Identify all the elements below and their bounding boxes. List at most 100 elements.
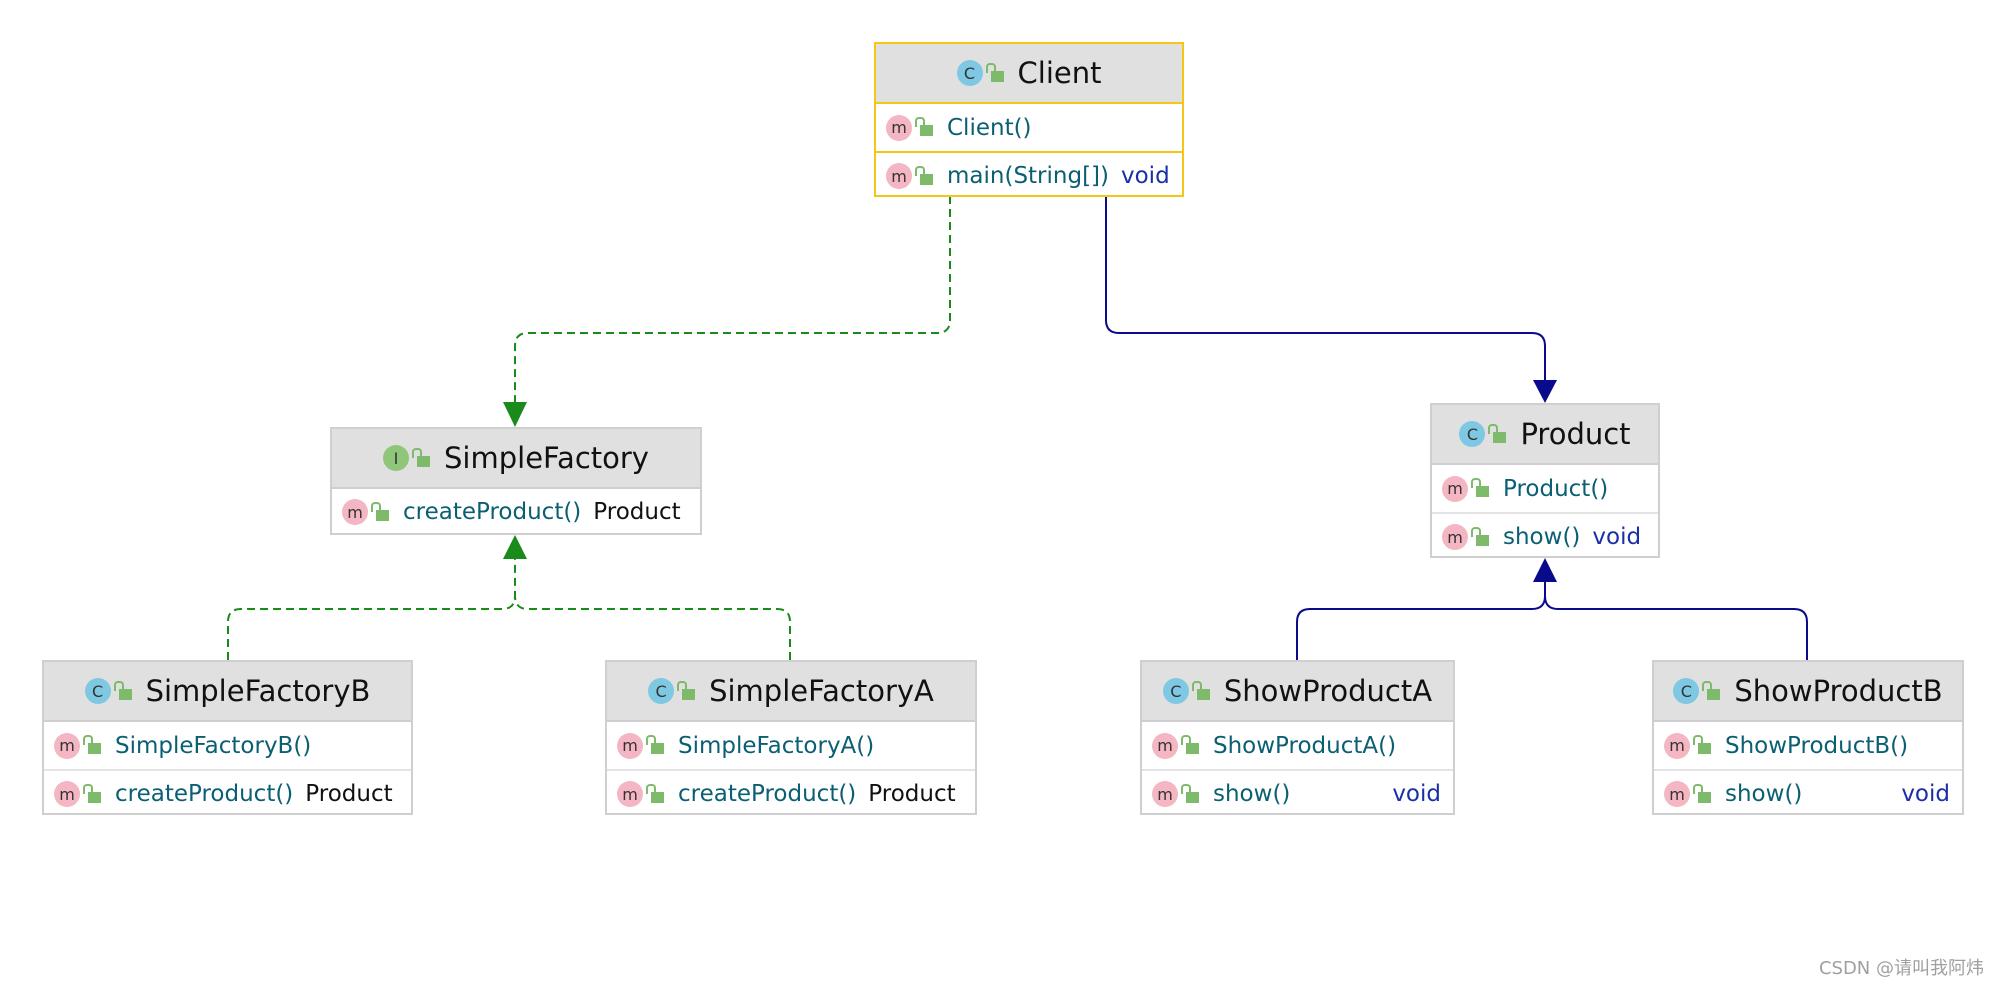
class-client[interactable]: C Client m Client() m main(String[]) void [874,42,1184,197]
class-title: SimpleFactory [444,441,649,475]
return-type: void [1121,163,1170,189]
class-title: ShowProductA [1223,674,1433,708]
arrowhead [1533,558,1557,582]
method-name: Product() [1503,475,1609,502]
class-product[interactable]: C Product m Product() m show() void [1430,403,1660,558]
method-name: createProduct() [403,499,582,525]
method-icon: m [1152,732,1178,759]
public-lock-icon [113,680,132,700]
implements-simplefactoryb [227,556,516,660]
method-icon: m [617,732,643,759]
class-icon: C [648,678,675,704]
class-icon: C [1162,678,1189,704]
method-row[interactable]: m SimpleFactoryA() [607,722,975,771]
method-row[interactable]: m SimpleFactoryB() [44,722,411,771]
method-row[interactable]: m main(String[]) void [876,153,1182,199]
extends-showproducta [1296,580,1546,660]
return-type: Product [868,781,956,807]
implements-simplefactorya [514,595,791,660]
class-simplefactorya[interactable]: C SimpleFactoryA m SimpleFactoryA() m creat… [605,660,977,815]
method-name: main(String[]) [947,163,1109,189]
method-icon: m [617,781,643,807]
return-type: void [1901,781,1950,807]
class-header: C SimpleFactoryB [44,662,411,722]
class-showproducta[interactable]: C ShowProductA m ShowProductA() m show() voi… [1140,660,1455,815]
public-lock-icon [1693,735,1711,754]
class-header: C SimpleFactoryA [607,662,975,722]
public-lock-icon [412,447,431,467]
method-icon: m [1442,524,1468,550]
public-lock-icon [915,117,933,136]
return-type: void [1392,781,1441,807]
public-lock-icon [1488,423,1507,443]
class-simplefactoryb[interactable]: C SimpleFactoryB m SimpleFactoryB() m creat… [42,660,413,815]
class-header: C Product [1432,405,1658,465]
dependency-client-to-simplefactory [514,196,951,405]
class-header: I SimpleFactory [332,429,700,489]
class-header: C ShowProductB [1654,662,1962,722]
method-icon: m [1442,475,1468,502]
method-icon: m [1152,781,1178,807]
public-lock-icon [1702,680,1721,700]
method-icon: m [54,732,80,759]
arrowhead [1533,380,1557,403]
method-icon: m [886,114,912,141]
class-simplefactory[interactable]: I SimpleFactory m createProduct() Product [330,427,702,535]
method-name: show() [1213,781,1291,807]
public-lock-icon [985,62,1004,82]
method-name: show() [1725,781,1803,807]
public-lock-icon [915,165,933,185]
method-row[interactable]: m Product() [1432,465,1658,514]
method-name: SimpleFactoryB() [115,732,312,759]
class-icon: C [956,60,983,86]
class-title: SimpleFactoryA [709,674,934,708]
return-type: void [1592,524,1642,550]
public-lock-icon [83,735,101,754]
method-row[interactable]: m show() void [1654,771,1962,817]
public-lock-icon [83,783,101,803]
method-row[interactable]: m ShowProductB() [1654,722,1962,771]
method-icon: m [1664,732,1690,759]
public-lock-icon [1181,735,1199,754]
method-name: SimpleFactoryA() [678,732,875,759]
method-name: ShowProductA() [1213,732,1397,759]
return-type: Product [593,499,681,525]
arrowhead [503,535,527,559]
public-lock-icon [677,680,696,700]
method-row[interactable]: m show() void [1142,771,1453,817]
method-row[interactable]: m createProduct() Product [607,771,975,817]
class-title: SimpleFactoryB [145,674,371,708]
watermark: CSDN @请叫我阿炜 [1818,958,1984,979]
method-row[interactable]: m createProduct() Product [332,489,700,535]
method-name: Client() [947,114,1032,141]
extends-showproductb [1544,595,1808,660]
public-lock-icon [1191,680,1210,700]
method-name: createProduct() [678,781,857,807]
public-lock-icon [371,501,389,521]
class-showproductb[interactable]: C ShowProductB m ShowProductB() m show() voi… [1652,660,1964,815]
method-row[interactable]: m show() void [1432,514,1658,560]
method-icon: m [54,781,80,807]
method-row[interactable]: m createProduct() Product [44,771,411,817]
public-lock-icon [646,735,664,754]
static-method-icon: m [886,163,912,189]
class-icon: C [1673,678,1700,704]
class-title: ShowProductB [1734,674,1943,708]
method-name: ShowProductB() [1725,732,1909,759]
abstract-method-icon: m [342,499,368,525]
arrowhead [503,402,527,427]
method-row[interactable]: m ShowProductA() [1142,722,1453,771]
method-name: createProduct() [115,781,294,807]
class-header: C ShowProductA [1142,662,1453,722]
public-lock-icon [1471,478,1489,497]
interface-icon: I [383,445,410,471]
method-row[interactable]: m Client() [876,104,1182,153]
class-title: Client [1017,56,1102,90]
method-name: show() [1503,524,1581,550]
return-type: Product [305,781,393,807]
public-lock-icon [646,783,664,803]
class-icon: C [84,678,111,704]
public-lock-icon [1181,783,1199,803]
class-icon: C [1459,421,1486,447]
association-client-to-product [1105,196,1546,382]
